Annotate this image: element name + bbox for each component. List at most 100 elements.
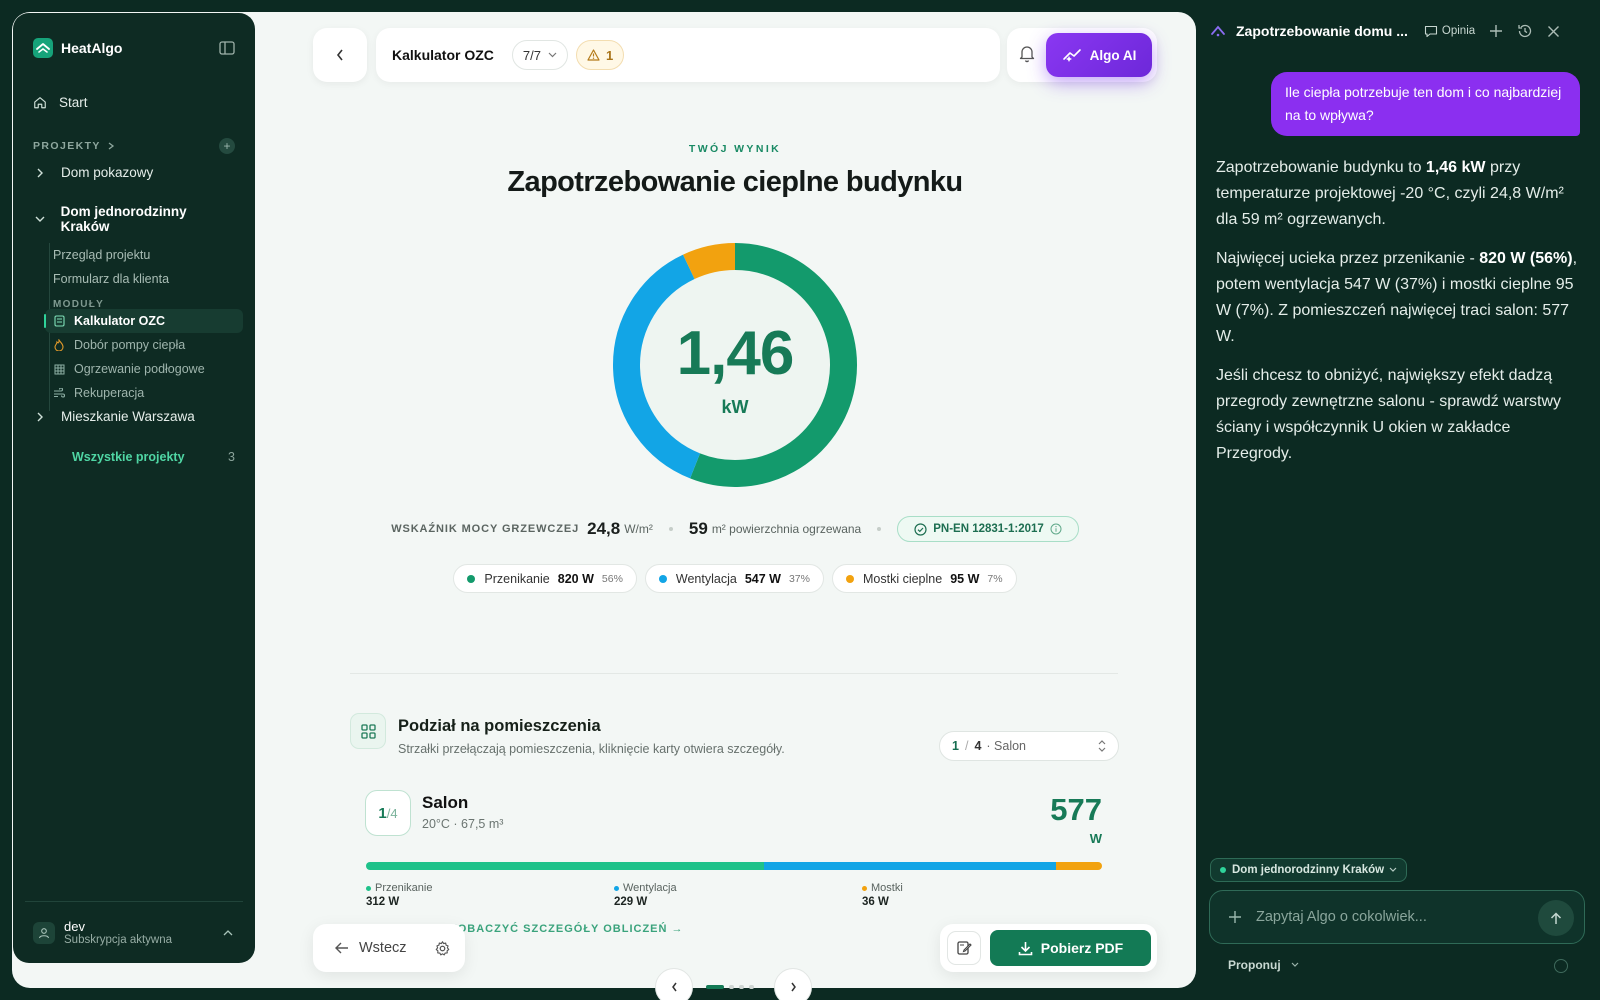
part-value: 312 W — [366, 896, 400, 908]
page-dot[interactable] — [706, 985, 724, 989]
selector-total: 4 — [974, 739, 982, 753]
user-avatar-icon — [33, 921, 55, 944]
add-project-button[interactable]: + — [219, 138, 235, 154]
chevron-down-icon — [1281, 962, 1299, 968]
prev-room-button[interactable] — [655, 968, 693, 1000]
legend-item-ventilation[interactable]: Wentylacja 547 W 37% — [644, 564, 824, 593]
legend-dot — [467, 574, 476, 583]
bell-icon[interactable] — [1018, 44, 1036, 63]
room-index-badge: 1/4 — [365, 790, 411, 836]
history-icon[interactable] — [1517, 23, 1533, 39]
room-part-bridges: Mostki 36 W — [862, 882, 903, 908]
module-item-heat-pump[interactable]: Dobór pompy ciepła — [45, 333, 243, 357]
text-segment: Zapotrzebowanie budynku to — [1216, 159, 1426, 176]
module-item-recuperation[interactable]: Rekuperacja — [45, 381, 243, 405]
feedback-button[interactable]: Opinia — [1424, 25, 1475, 38]
suggest-dropdown[interactable]: Proponuj — [1228, 958, 1299, 972]
gear-icon[interactable] — [434, 940, 451, 957]
chat-input[interactable]: Zapytaj Algo o cokolwiek... — [1256, 909, 1427, 925]
room-selector[interactable]: 1 / 4 · Salon — [939, 731, 1119, 761]
legend-item-transmission[interactable]: Przenikanie 820 W 56% — [453, 564, 637, 593]
next-room-button[interactable] — [774, 968, 812, 1000]
back-button[interactable] — [313, 28, 367, 82]
footer-left-controls: Wstecz — [313, 924, 465, 972]
standard-badge[interactable]: PN-EN 12831-1:2017 — [897, 516, 1079, 542]
step-label: 7/7 — [522, 47, 541, 63]
selector-sep: / — [964, 739, 969, 753]
room-name: Salon — [422, 793, 469, 812]
legend-dot — [658, 574, 667, 583]
status-dot — [1220, 867, 1226, 873]
page-dot[interactable] — [749, 985, 754, 989]
warnings-badge[interactable]: 1 — [575, 40, 625, 70]
legend-item-thermal-bridges[interactable]: Mostki cieplne 95 W 7% — [831, 564, 1017, 593]
room-power: 577 — [1050, 792, 1102, 827]
warnings-count: 1 — [605, 47, 614, 63]
sidebar-toggle-icon[interactable] — [219, 40, 235, 56]
home-icon — [33, 95, 47, 110]
room-total: /4 — [386, 805, 398, 821]
chat-input-box[interactable]: Zapytaj Algo o cokolwiek... — [1209, 890, 1585, 944]
check-circle-icon — [908, 522, 933, 536]
grid-icon — [350, 713, 386, 749]
info-icon[interactable] — [1044, 523, 1068, 535]
context-chip[interactable]: Dom jednorodzinny Kraków — [1210, 858, 1408, 882]
chat-title: Zapotrzebowanie domu ... — [1236, 23, 1408, 39]
new-chat-plus-icon[interactable] — [1489, 24, 1503, 38]
close-icon[interactable] — [1547, 25, 1560, 38]
indicator-unit: W/m² — [624, 522, 653, 536]
assistant-message-paragraph: Jeśli chcesz to obniżyć, największy efek… — [1216, 367, 1562, 462]
user-name: dev — [64, 919, 85, 934]
all-projects-link[interactable]: Wszystkie projekty 3 — [72, 450, 235, 464]
room-part-transmission: Przenikanie 312 W — [366, 882, 432, 908]
project-item-dom-pokazowy[interactable]: Dom pokazowy — [33, 165, 235, 180]
user-menu[interactable]: dev Subskrypcja aktywna — [25, 901, 243, 963]
edit-note-icon — [956, 940, 972, 956]
module-item-kalkulator-ozc[interactable]: Kalkulator OZC — [44, 309, 243, 333]
part-name: Przenikanie — [375, 882, 433, 894]
legend-dot — [366, 885, 371, 891]
chevron-right-icon — [33, 412, 47, 422]
legend-value: 95 W — [950, 571, 980, 586]
arrow-left-icon[interactable] — [335, 942, 349, 954]
notes-button[interactable] — [947, 931, 981, 965]
feedback-icon — [1424, 25, 1442, 38]
attach-plus-icon[interactable] — [1228, 910, 1242, 924]
room-meta: 20°C · 67,5 m³ — [422, 817, 504, 831]
all-projects-label: Wszystkie projekty — [72, 450, 185, 464]
donut-segment-2[interactable] — [683, 243, 736, 280]
send-button[interactable] — [1538, 900, 1574, 936]
legend-dot — [845, 574, 854, 583]
rooms-section-subtitle: Strzałki przełączają pomieszczenia, klik… — [398, 742, 785, 756]
sidebar-header: HeatAlgo — [33, 33, 235, 63]
project-item-warszawa[interactable]: Mieszkanie Warszawa — [33, 409, 235, 424]
page-dot[interactable] — [729, 985, 734, 989]
logo-icon — [33, 38, 53, 58]
download-pdf-button[interactable]: Pobierz PDF — [990, 930, 1151, 966]
page-dot[interactable] — [739, 985, 744, 989]
algo-ai-button[interactable]: Algo AI — [1046, 33, 1152, 77]
all-projects-count: 3 — [228, 450, 235, 464]
text-segment: Najwięcej ucieka przez przenikanie - — [1216, 250, 1480, 267]
ai-chat-panel: Zapotrzebowanie domu ... Opinia Ile ciep… — [1196, 0, 1600, 1000]
projects-section-header[interactable]: PROJEKTY + — [33, 138, 235, 154]
calculation-details-link[interactable]: ZOBACZYĆ SZCZEGÓŁY OBLICZEŃ → — [450, 923, 684, 935]
legend-dot — [862, 885, 867, 891]
legend-value: 547 W — [744, 571, 781, 586]
heat-demand-unit: kW — [721, 397, 749, 417]
algo-ai-label: Algo AI — [1089, 47, 1137, 63]
project-item-dom-krakow[interactable]: Dom jednorodzinny Kraków — [33, 204, 235, 234]
part-value: 36 W — [862, 896, 889, 908]
wstecz-button[interactable]: Wstecz — [359, 940, 407, 956]
sidebar-item-start[interactable]: Start — [33, 95, 235, 110]
step-selector[interactable]: 7/7 — [511, 40, 568, 70]
room-pagination — [706, 985, 754, 989]
sidebar-item-client-form[interactable]: Formularz dla klienta — [53, 272, 169, 286]
legend-value: 820 W — [557, 571, 594, 586]
chevron-up-icon — [223, 929, 233, 936]
module-label: Rekuperacja — [74, 386, 145, 400]
grid-icon — [53, 363, 65, 375]
sidebar-item-project-overview[interactable]: Przegląd projektu — [53, 248, 150, 262]
project-label: Dom pokazowy — [61, 165, 154, 180]
module-item-floor-heating[interactable]: Ogrzewanie podłogowe — [45, 357, 243, 381]
